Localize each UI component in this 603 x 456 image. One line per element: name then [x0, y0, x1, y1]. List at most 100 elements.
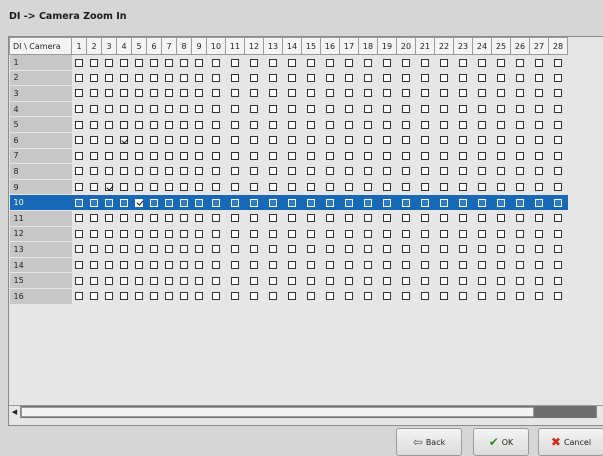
mapping-checkbox[interactable] — [269, 120, 277, 129]
mapping-checkbox[interactable] — [150, 276, 158, 285]
back-button[interactable]: ⇦ Back — [396, 428, 462, 456]
mapping-checkbox[interactable] — [516, 261, 524, 270]
mapping-checkbox[interactable] — [250, 120, 258, 129]
mapping-checkbox[interactable] — [165, 120, 173, 129]
mapping-checkbox[interactable] — [165, 229, 173, 238]
mapping-checkbox[interactable] — [535, 261, 543, 270]
mapping-checkbox[interactable] — [105, 89, 113, 98]
mapping-checkbox[interactable] — [120, 58, 128, 67]
mapping-checkbox[interactable] — [459, 136, 467, 145]
mapping-checkbox[interactable] — [195, 167, 203, 176]
mapping-checkbox[interactable] — [150, 198, 158, 207]
mapping-checkbox[interactable] — [269, 73, 277, 82]
mapping-checkbox[interactable] — [440, 167, 448, 176]
mapping-checkbox[interactable] — [421, 151, 429, 160]
mapping-checkbox[interactable] — [105, 229, 113, 238]
mapping-checkbox[interactable] — [288, 261, 296, 270]
mapping-checkbox[interactable] — [75, 151, 83, 160]
mapping-checkbox[interactable] — [554, 58, 562, 67]
mapping-checkbox[interactable] — [459, 276, 467, 285]
mapping-checkbox[interactable] — [195, 183, 203, 192]
mapping-checkbox[interactable] — [364, 214, 372, 223]
mapping-checkbox[interactable] — [307, 58, 315, 67]
mapping-checkbox[interactable] — [345, 136, 353, 145]
mapping-checkbox[interactable] — [516, 105, 524, 114]
mapping-checkbox[interactable] — [402, 198, 410, 207]
mapping-checkbox[interactable] — [497, 183, 505, 192]
mapping-checkbox[interactable] — [135, 136, 143, 145]
mapping-checkbox[interactable] — [421, 105, 429, 114]
mapping-checkbox[interactable] — [120, 73, 128, 82]
mapping-checkbox[interactable] — [105, 261, 113, 270]
mapping-checkbox[interactable] — [231, 151, 239, 160]
mapping-checkbox[interactable] — [554, 73, 562, 82]
table-row[interactable]: 5 — [9, 116, 568, 133]
mapping-checkbox[interactable] — [326, 198, 334, 207]
mapping-checkbox[interactable] — [421, 292, 429, 301]
mapping-checkbox[interactable] — [165, 167, 173, 176]
mapping-checkbox[interactable] — [383, 292, 391, 301]
mapping-checkbox[interactable] — [135, 276, 143, 285]
mapping-checkbox[interactable] — [478, 183, 486, 192]
mapping-checkbox[interactable] — [150, 151, 158, 160]
mapping-checkbox[interactable] — [120, 167, 128, 176]
mapping-checkbox[interactable] — [180, 276, 188, 285]
mapping-checkbox[interactable] — [307, 261, 315, 270]
mapping-checkbox[interactable] — [269, 89, 277, 98]
mapping-checkbox[interactable] — [535, 183, 543, 192]
mapping-checkbox[interactable] — [250, 261, 258, 270]
mapping-checkbox[interactable] — [105, 198, 113, 207]
mapping-checkbox[interactable] — [90, 261, 98, 270]
mapping-checkbox[interactable] — [383, 198, 391, 207]
mapping-checkbox[interactable] — [326, 136, 334, 145]
mapping-checkbox[interactable] — [402, 276, 410, 285]
mapping-checkbox[interactable] — [307, 292, 315, 301]
mapping-checkbox[interactable] — [288, 183, 296, 192]
mapping-checkbox[interactable] — [269, 292, 277, 301]
mapping-checkbox[interactable] — [165, 89, 173, 98]
mapping-checkbox[interactable] — [135, 120, 143, 129]
mapping-checkbox[interactable] — [90, 167, 98, 176]
mapping-checkbox[interactable] — [345, 105, 353, 114]
horizontal-scrollbar[interactable]: ◀ — [9, 405, 603, 418]
mapping-checkbox[interactable] — [364, 292, 372, 301]
mapping-checkbox[interactable] — [90, 229, 98, 238]
mapping-checkbox[interactable] — [402, 229, 410, 238]
mapping-checkbox[interactable] — [135, 292, 143, 301]
mapping-checkbox[interactable] — [165, 58, 173, 67]
mapping-checkbox[interactable] — [195, 214, 203, 223]
mapping-checkbox[interactable] — [326, 58, 334, 67]
mapping-checkbox[interactable] — [497, 292, 505, 301]
mapping-checkbox[interactable] — [307, 167, 315, 176]
mapping-checkbox[interactable] — [478, 89, 486, 98]
mapping-checkbox[interactable] — [307, 89, 315, 98]
mapping-checkbox[interactable] — [165, 105, 173, 114]
mapping-checkbox[interactable] — [212, 276, 220, 285]
mapping-checkbox[interactable] — [120, 89, 128, 98]
mapping-checkbox[interactable] — [478, 276, 486, 285]
mapping-checkbox[interactable] — [383, 167, 391, 176]
table-row[interactable]: 8 — [9, 163, 568, 180]
mapping-checkbox[interactable] — [195, 151, 203, 160]
mapping-checkbox[interactable] — [75, 105, 83, 114]
mapping-checkbox[interactable] — [165, 151, 173, 160]
mapping-checkbox[interactable] — [364, 120, 372, 129]
mapping-checkbox[interactable] — [326, 261, 334, 270]
mapping-checkbox[interactable] — [212, 151, 220, 160]
mapping-checkbox[interactable] — [135, 229, 143, 238]
mapping-checkbox[interactable] — [307, 105, 315, 114]
mapping-checkbox[interactable] — [231, 245, 239, 254]
mapping-checkbox[interactable] — [402, 261, 410, 270]
mapping-checkbox[interactable] — [554, 120, 562, 129]
mapping-checkbox[interactable] — [135, 58, 143, 67]
mapping-checkbox[interactable] — [535, 89, 543, 98]
mapping-checkbox[interactable] — [150, 120, 158, 129]
mapping-checkbox[interactable] — [535, 292, 543, 301]
mapping-checkbox[interactable] — [383, 214, 391, 223]
mapping-checkbox[interactable] — [231, 136, 239, 145]
mapping-checkbox[interactable] — [516, 167, 524, 176]
cancel-button[interactable]: ✖ Cancel — [538, 428, 603, 456]
mapping-checkbox[interactable] — [307, 245, 315, 254]
mapping-checkbox[interactable] — [440, 120, 448, 129]
mapping-checkbox[interactable] — [364, 136, 372, 145]
